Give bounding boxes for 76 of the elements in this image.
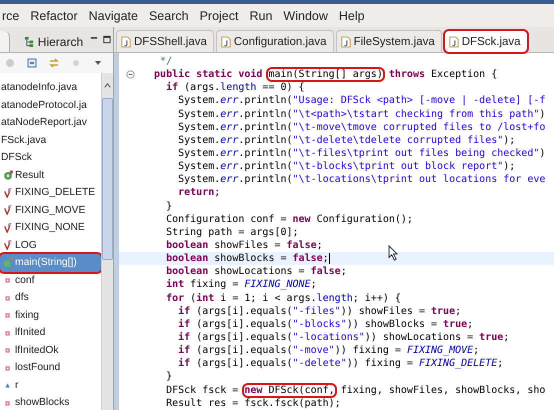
tree-item[interactable]: FIXING_DELETE <box>0 184 101 202</box>
code-line: System.err.println("\t-files\tprint out files being checked") <box>177 148 546 160</box>
code-line: } <box>165 371 172 382</box>
text-cursor <box>328 253 330 264</box>
tree-item[interactable]: showBlocks <box>0 394 101 410</box>
java-file-icon <box>220 36 231 48</box>
static-field-icon <box>3 222 13 233</box>
tree-item[interactable]: atanodeProtocol.ja <box>0 96 101 114</box>
tree-item[interactable]: Result <box>0 166 101 184</box>
tree-item[interactable]: r <box>0 376 101 394</box>
code-line: System.err.println("Usage: DFSck <path> [-move | -delete] [-f <box>177 95 546 106</box>
menu-item[interactable]: rce <box>2 8 20 22</box>
menu-item[interactable]: Navigate <box>88 8 138 22</box>
code-line: String path = args[0]; <box>165 226 299 238</box>
code-line: if (args[i].equals("-locations")) showLocations = true; <box>177 332 510 344</box>
tree-item[interactable]: fixing <box>0 306 101 324</box>
tree-item[interactable]: lostFound <box>0 359 101 376</box>
menu-item[interactable]: Help <box>338 8 365 22</box>
tree-item[interactable]: LOG <box>0 236 101 254</box>
code-line: Configuration conf = new Configuration(); <box>165 214 413 225</box>
menu-item[interactable]: Search <box>148 8 189 22</box>
code-line: boolean showFiles = false; <box>165 240 323 252</box>
mouse-pointer-icon <box>388 245 399 261</box>
code-line: return; <box>177 187 220 198</box>
collapse-all-icon[interactable] <box>26 57 38 69</box>
java-file-icon <box>121 36 131 48</box>
code-line: if (args[i].equals("-files")) showFiles = true; <box>177 306 462 317</box>
code-line: boolean showLocations = false; <box>165 266 347 278</box>
maximize-icon[interactable] <box>103 35 111 44</box>
tree-item[interactable]: FSck.java <box>0 132 101 149</box>
code-line: DFSck fsck = new DFSck(conf, fixing, showFiles, showBlocks, sho <box>165 384 546 396</box>
editor-tab[interactable]: FileSystem.java <box>336 30 442 52</box>
code-line: } <box>165 200 172 212</box>
code-line: System.err.println("\t<path>\tstart checking from this path") <box>177 108 546 120</box>
scrollbar[interactable] <box>101 73 113 410</box>
code-line: boolean showBlocks = false; <box>165 253 329 264</box>
tree-item[interactable]: dfs <box>0 289 101 306</box>
method-icon <box>3 258 13 268</box>
class-icon <box>3 170 13 180</box>
menu-item[interactable]: Run <box>249 8 272 22</box>
scroll-up-icon[interactable] <box>103 81 112 90</box>
java-file-icon <box>340 36 351 48</box>
menu-item[interactable]: Project <box>200 8 238 22</box>
editor-tab[interactable]: DFSShell.java <box>116 30 214 52</box>
code-line: System.err.println("\t-delete\tdelete corrupted files"); <box>177 134 516 146</box>
tree-item[interactable]: lfInited <box>0 324 101 342</box>
collapse-icon[interactable] <box>126 70 135 80</box>
tree-item[interactable]: ataNodeReport.jav <box>0 114 101 132</box>
tree-item[interactable]: FIXING_NONE <box>0 219 101 236</box>
code-line: if (args[i].equals("-blocks")) showBlocks = true; <box>177 318 474 330</box>
code-line: */ <box>159 56 172 68</box>
code-line: if (args.length == 0) { <box>165 82 305 94</box>
static-field-icon <box>3 240 13 250</box>
menu-item[interactable]: Window <box>283 8 328 22</box>
menu-item[interactable]: Refactor <box>30 8 78 22</box>
code-line: public static void main(String[] args) throws Exception { <box>153 69 498 80</box>
code-line: System.err.println("\t-move\tmove corrupted files to /lost+fo <box>177 122 546 133</box>
static-field-icon <box>3 205 13 216</box>
static-field-icon <box>3 188 13 198</box>
code-line: if (args[i].equals("-delete")) fixing = FIXING_DELETE; <box>177 358 504 370</box>
code-line: for (int i = 1; i < args.length; i++) { <box>165 292 401 304</box>
code-line: int fixing = FIXING_NONE; <box>165 279 317 290</box>
editor-tab[interactable]: DFSck.java <box>444 30 528 52</box>
code-line: Result res = fsck.fsck(path); <box>165 398 341 409</box>
scroll-thumb[interactable] <box>102 98 113 260</box>
editor-tab[interactable]: Configuration.java <box>216 30 334 52</box>
tree-item[interactable]: atanodeInfo.java <box>0 79 101 96</box>
java-file-icon <box>448 36 459 48</box>
tree-item[interactable]: FIXING_MOVE <box>0 202 101 219</box>
tree-item[interactable]: conf <box>0 272 101 289</box>
tree-item[interactable]: lfInitedOk <box>0 342 101 359</box>
code-line: System.err.println("\t-locations\tprint out locations for eve <box>177 174 546 186</box>
hierarchy-icon <box>24 36 35 47</box>
tree-item[interactable]: DFSck <box>0 149 101 166</box>
code-line: if (args[i].equals("-move")) fixing = FIXING_MOVE; <box>177 345 480 356</box>
code-line: System.err.println("\t-blocks\tprint out block report"); <box>177 161 516 172</box>
